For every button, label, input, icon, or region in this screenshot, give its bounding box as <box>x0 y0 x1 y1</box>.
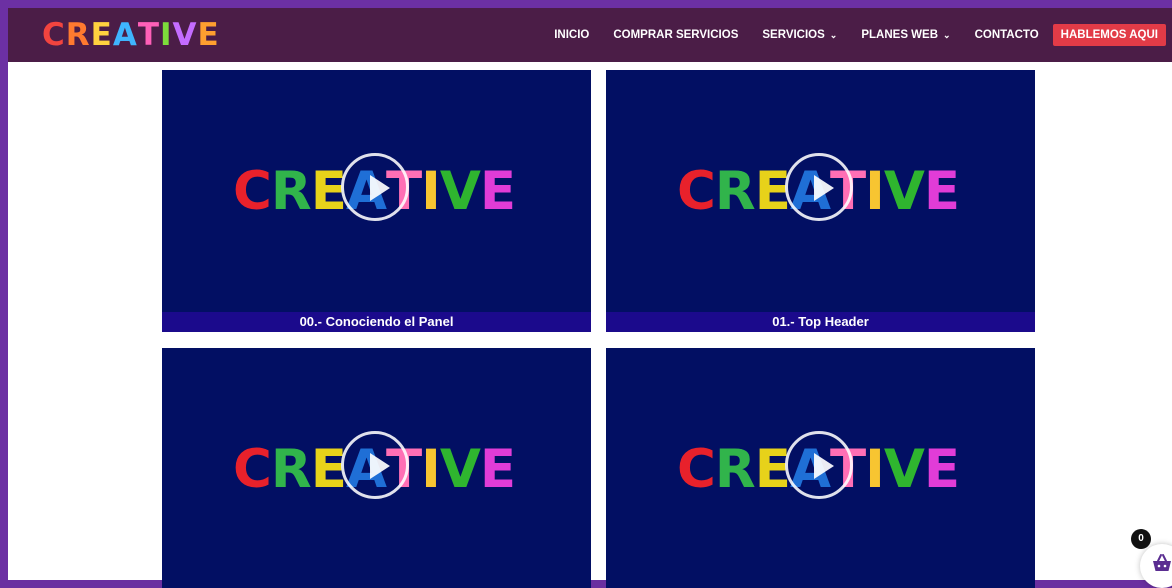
logo-letter: R <box>65 17 91 53</box>
cart-button[interactable] <box>1140 544 1172 588</box>
play-button[interactable] <box>785 153 853 221</box>
main-nav: INICIO COMPRAR SERVICIOS SERVICIOS ⌄ PLA… <box>530 23 1166 47</box>
thumbnail-letter: V <box>439 439 481 500</box>
thumbnail-letter: V <box>439 161 481 222</box>
thumbnail-letter: C <box>677 161 716 222</box>
site-header: CREATIVE INICIO COMPRAR SERVICIOS SERVIC… <box>8 8 1172 62</box>
video-caption: 00.- Conociendo el Panel <box>162 312 591 332</box>
chevron-down-icon: ⌄ <box>943 29 951 40</box>
nav-item-label: CONTACTO <box>974 29 1039 41</box>
logo-letter: E <box>90 17 113 53</box>
main-content: CREATIVE 00.- Conociendo el Panel CREATI… <box>8 62 1172 588</box>
nav-item-servicios[interactable]: SERVICIOS ⌄ <box>762 29 837 41</box>
video-card[interactable]: CREATIVE 00.- Conociendo el Panel <box>162 70 591 332</box>
chevron-down-icon: ⌄ <box>829 29 838 40</box>
thumbnail-letter: V <box>883 439 925 500</box>
play-icon <box>370 453 390 479</box>
nav-item-contacto[interactable]: CONTACTO <box>975 29 1039 41</box>
thumbnail-letter: R <box>714 161 756 222</box>
thumbnail-letter: R <box>270 161 312 222</box>
thumbnail-letter: E <box>479 439 516 500</box>
thumbnail-letter: E <box>923 161 960 222</box>
nav-item-comprar-servicios[interactable]: COMPRAR SERVICIOS <box>613 29 738 41</box>
video-card[interactable]: CREATIVE <box>606 348 1035 588</box>
nav-item-inicio[interactable]: INICIO <box>554 29 589 41</box>
logo-letter: A <box>112 17 138 53</box>
video-thumbnail[interactable]: CREATIVE <box>606 70 1035 311</box>
nav-item-label: COMPRAR SERVICIOS <box>613 29 739 41</box>
video-card[interactable]: CREATIVE <box>162 348 591 588</box>
play-button[interactable] <box>341 431 409 499</box>
thumbnail-letter: I <box>865 161 885 222</box>
nav-item-label: PLANES WEB <box>861 29 939 41</box>
nav-item-label: SERVICIOS <box>762 29 825 41</box>
shopping-basket-icon <box>1153 554 1171 571</box>
thumbnail-letter: C <box>677 439 716 500</box>
thumbnail-letter: R <box>270 439 312 500</box>
logo-letter: C <box>42 17 66 53</box>
play-icon <box>814 453 834 479</box>
video-caption: 01.- Top Header <box>606 312 1035 332</box>
logo-letter: T <box>137 17 160 53</box>
video-card[interactable]: CREATIVE 01.- Top Header <box>606 70 1035 332</box>
logo-letter: E <box>197 17 220 53</box>
thumbnail-letter: R <box>714 439 756 500</box>
thumbnail-letter: V <box>883 161 925 222</box>
video-thumbnail[interactable]: CREATIVE <box>162 70 591 311</box>
thumbnail-letter: I <box>865 439 885 500</box>
logo-letter: I <box>159 17 173 53</box>
page-frame: CREATIVE INICIO COMPRAR SERVICIOS SERVIC… <box>0 0 1172 588</box>
play-icon <box>370 175 390 201</box>
hablemos-aqui-button[interactable]: HABLEMOS AQUI <box>1052 24 1166 46</box>
nav-item-label: INICIO <box>554 29 590 41</box>
site-logo[interactable]: CREATIVE <box>42 16 220 54</box>
thumbnail-letter: E <box>479 161 516 222</box>
play-button[interactable] <box>785 431 853 499</box>
play-button[interactable] <box>341 153 409 221</box>
video-thumbnail[interactable]: CREATIVE <box>162 348 591 588</box>
thumbnail-letter: I <box>421 439 441 500</box>
play-icon <box>814 175 834 201</box>
thumbnail-letter: C <box>233 439 272 500</box>
thumbnail-letter: E <box>923 439 960 500</box>
thumbnail-letter: I <box>421 161 441 222</box>
nav-item-planes-web[interactable]: PLANES WEB ⌄ <box>861 29 950 41</box>
video-thumbnail[interactable]: CREATIVE <box>606 348 1035 588</box>
thumbnail-letter: C <box>233 161 272 222</box>
cart-count-badge: 0 <box>1131 529 1151 549</box>
logo-letter: V <box>172 17 198 53</box>
